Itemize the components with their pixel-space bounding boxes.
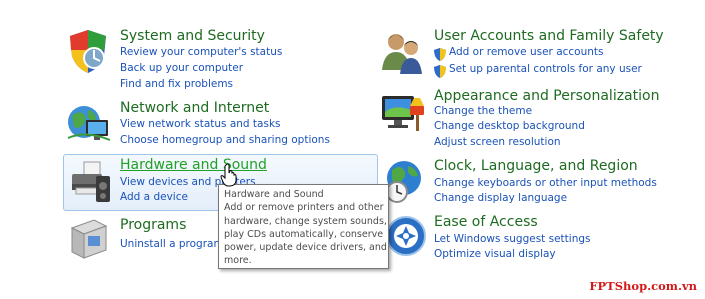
- tooltip-line: play CDs automatically, conserve: [224, 228, 384, 240]
- category-title-network[interactable]: Network and Internet: [120, 100, 269, 116]
- ease-of-access-icon[interactable]: [384, 214, 428, 262]
- link-parental-controls[interactable]: Set up parental controls for any user: [449, 63, 642, 75]
- link-change-theme[interactable]: Change the theme: [434, 105, 532, 117]
- link-homegroup[interactable]: Choose homegroup and sharing options: [120, 134, 330, 146]
- tooltip-line: Add or remove printers and other: [224, 202, 384, 214]
- uac-shield-icon: [434, 63, 446, 78]
- link-network-status[interactable]: View network status and tasks: [120, 118, 281, 130]
- users-icon[interactable]: [380, 28, 426, 78]
- category-title-clock[interactable]: Clock, Language, and Region: [434, 158, 638, 174]
- printer-speaker-icon[interactable]: [66, 158, 112, 208]
- category-title-hardware[interactable]: Hardware and Sound: [120, 157, 267, 173]
- category-title-system-security[interactable]: System and Security: [120, 28, 265, 44]
- link-uninstall[interactable]: Uninstall a program: [120, 238, 224, 250]
- watermark: FPTShop.com.vn: [589, 279, 697, 293]
- link-add-device[interactable]: Add a device: [120, 191, 188, 203]
- hand-cursor-icon: [220, 163, 240, 187]
- link-screen-resolution[interactable]: Adjust screen resolution: [434, 136, 561, 148]
- link-desktop-background[interactable]: Change desktop background: [434, 120, 585, 132]
- tooltip-line: power, update device drivers, and: [224, 242, 387, 254]
- link-display-language[interactable]: Change display language: [434, 192, 567, 204]
- tooltip-line: hardware, change system sounds,: [224, 215, 387, 227]
- category-title-appearance[interactable]: Appearance and Personalization: [434, 88, 659, 104]
- link-optimize-visual[interactable]: Optimize visual display: [434, 248, 556, 260]
- programs-box-icon[interactable]: [66, 214, 112, 264]
- link-review-status[interactable]: Review your computer's status: [120, 46, 282, 58]
- link-keyboards[interactable]: Change keyboards or other input methods: [434, 177, 657, 189]
- link-back-up[interactable]: Back up your computer: [120, 62, 243, 74]
- category-title-user-accounts[interactable]: User Accounts and Family Safety: [434, 28, 664, 44]
- security-shield-icon[interactable]: [66, 28, 110, 78]
- tooltip-line: more.: [224, 255, 252, 267]
- category-title-ease[interactable]: Ease of Access: [434, 214, 538, 230]
- tooltip-title: Hardware and Sound: [224, 189, 324, 200]
- hardware-tooltip: Hardware and Sound Add or remove printer…: [218, 184, 389, 269]
- link-find-fix[interactable]: Find and fix problems: [120, 78, 233, 90]
- link-suggest-settings[interactable]: Let Windows suggest settings: [434, 233, 591, 245]
- uac-shield-icon: [434, 46, 446, 61]
- network-globe-icon[interactable]: [66, 100, 112, 148]
- category-title-programs[interactable]: Programs: [120, 217, 186, 233]
- link-add-remove-users[interactable]: Add or remove user accounts: [449, 46, 604, 58]
- monitor-paint-icon[interactable]: [380, 88, 428, 138]
